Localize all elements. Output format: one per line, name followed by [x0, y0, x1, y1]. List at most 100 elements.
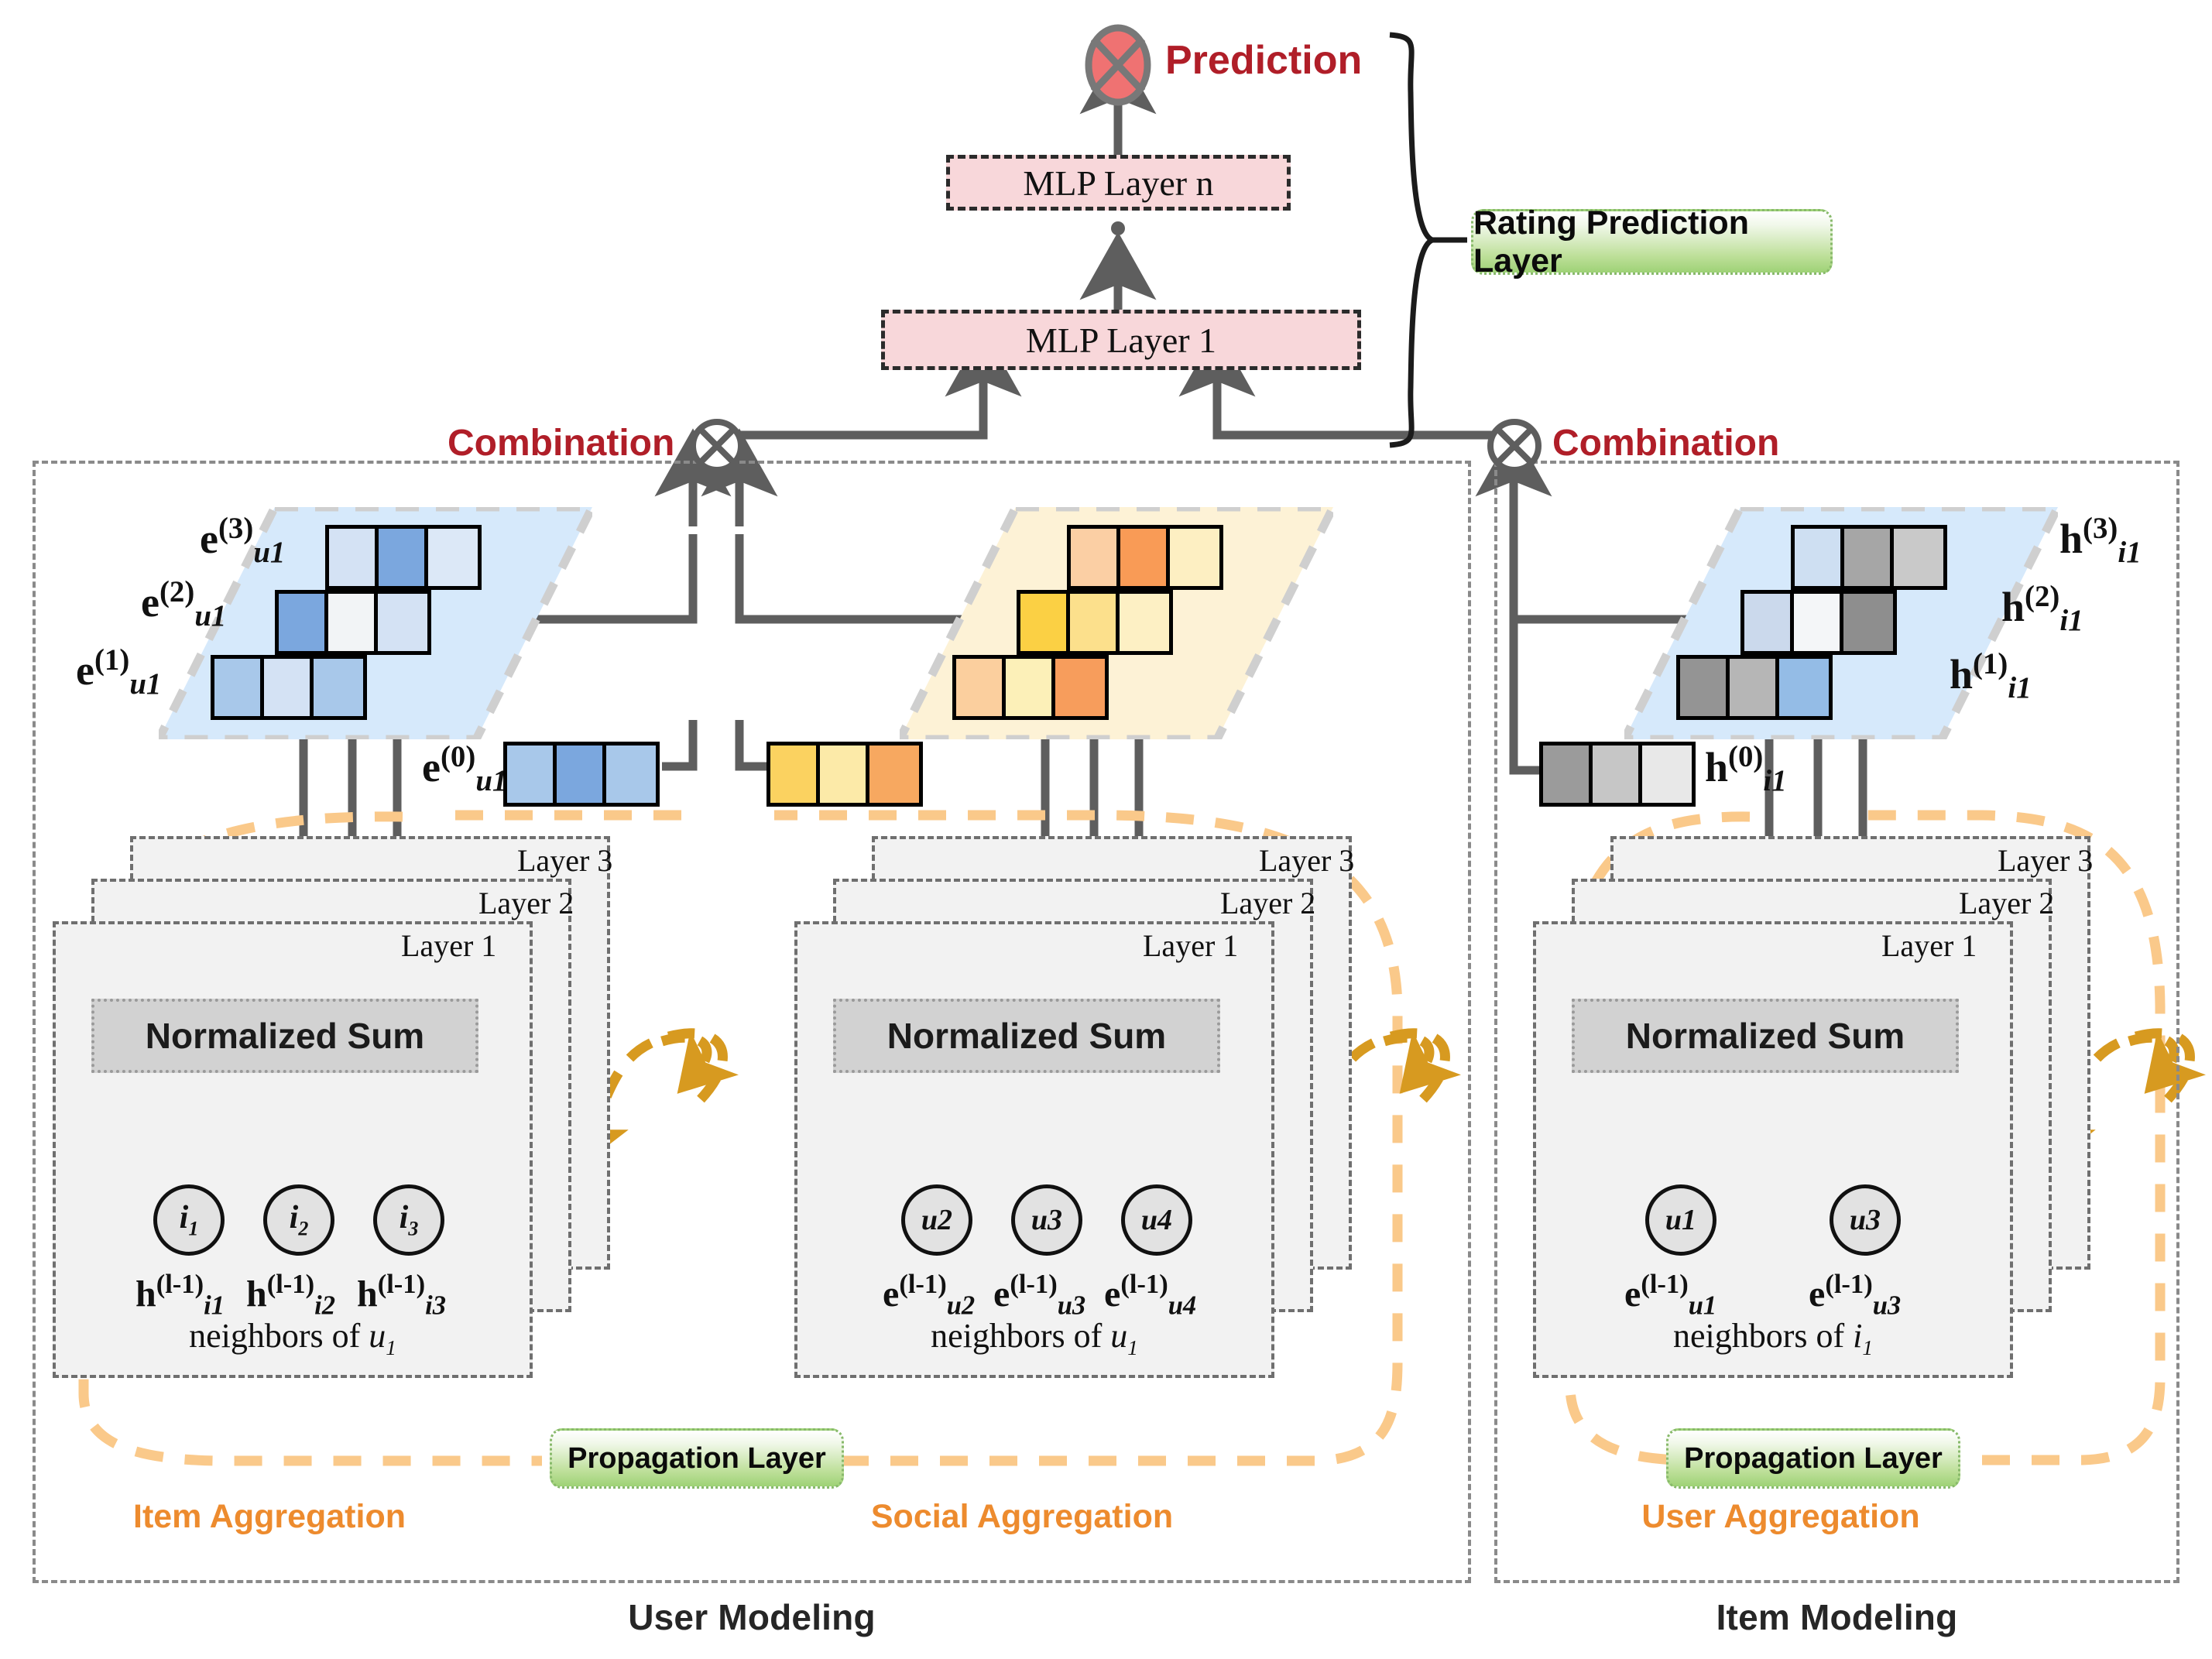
vector-cell — [379, 529, 428, 586]
vector-cell — [1843, 594, 1893, 651]
neighbors-label-social: neighbors of u1 — [931, 1317, 1138, 1359]
vector-cell — [956, 659, 1006, 716]
vector-cell — [1730, 659, 1779, 716]
vector-cell — [329, 529, 379, 586]
vector-cell — [1894, 529, 1943, 586]
neighbors-label-item: neighbors of u1 — [189, 1317, 396, 1359]
vector-h-i1-3 — [1791, 525, 1947, 590]
vector-cell — [1744, 594, 1794, 651]
vector-cell — [1680, 659, 1730, 716]
vector-cell — [1779, 659, 1829, 716]
label-e-u1-0: e(0)u1 — [422, 740, 508, 797]
label-e-u1-3: e(3)u1 — [200, 512, 286, 569]
label-e-u1-2: e(2)u1 — [141, 575, 227, 632]
node-label: i1 — [179, 1200, 199, 1240]
embed-label-e-u3-item: e(l-1)u3 — [1809, 1270, 1902, 1321]
propagation-layer-badge-left: Propagation Layer — [550, 1428, 844, 1489]
label-h-i1-2: h(2)i1 — [2001, 580, 2083, 637]
embed-label-e-u1-item: e(l-1)u1 — [1624, 1270, 1717, 1321]
vector-e-u1-2 — [275, 590, 431, 655]
layer2-label-user: Layer 2 — [1959, 886, 2055, 920]
vector-e-u1-1 — [211, 655, 367, 720]
layer1-card-user — [1533, 921, 2013, 1378]
vector-e-u1-0 — [503, 742, 660, 807]
combination-left-icon[interactable] — [689, 418, 745, 474]
vector-cell — [820, 746, 869, 803]
vector-cell — [1795, 529, 1844, 586]
normalized-sum-social: Normalized Sum — [833, 999, 1220, 1073]
layer1-label-item: Layer 1 — [401, 928, 497, 963]
layer2-label-social: Layer 2 — [1220, 886, 1316, 920]
rating-prediction-layer-label: Rating Prediction Layer — [1473, 204, 1749, 279]
embed-label-e-u4: e(l-1)u4 — [1104, 1270, 1197, 1321]
vector-h-i1-0 — [1539, 742, 1696, 807]
node-label: u4 — [1140, 1204, 1173, 1236]
vector-social-0 — [766, 742, 923, 807]
node-i2[interactable]: i2 — [263, 1184, 334, 1256]
node-u2[interactable]: u2 — [901, 1184, 972, 1256]
vector-h-i1-2 — [1740, 590, 1897, 655]
vector-cell — [606, 746, 656, 803]
label-h-i1-1: h(1)i1 — [1950, 647, 2032, 704]
item-modeling-caption: Item Modeling — [1716, 1597, 1958, 1637]
layer3-label-item: Layer 3 — [517, 843, 613, 878]
social-aggregation-caption: Social Aggregation — [870, 1498, 1174, 1535]
layer2-label-item: Layer 2 — [478, 886, 574, 920]
vector-cell — [214, 659, 264, 716]
vector-social-2 — [1017, 590, 1173, 655]
embed-label-h-i2: h(l-1)i2 — [246, 1270, 335, 1321]
normalized-sum-user: Normalized Sum — [1572, 999, 1959, 1073]
vector-cell — [314, 659, 363, 716]
propagation-layer-badge-right: Propagation Layer — [1666, 1428, 1960, 1489]
node-i1[interactable]: i1 — [153, 1184, 225, 1256]
vector-cell — [1020, 594, 1070, 651]
vector-cell — [507, 746, 557, 803]
item-aggregation-caption: Item Aggregation — [133, 1498, 406, 1535]
layer1-label-user: Layer 1 — [1881, 928, 1977, 963]
vector-cell — [1055, 659, 1105, 716]
label-h-i1-0: h(0)i1 — [1705, 740, 1787, 797]
vector-e-u1-3 — [325, 525, 482, 590]
layer1-label-social: Layer 1 — [1143, 928, 1239, 963]
node-label: i2 — [289, 1200, 309, 1240]
combination-right-icon[interactable] — [1487, 418, 1542, 474]
user-modeling-caption: User Modeling — [628, 1597, 876, 1637]
node-label: u1 — [1665, 1204, 1697, 1236]
embed-label-e-u2: e(l-1)u2 — [883, 1270, 976, 1321]
vector-cell — [1120, 529, 1170, 586]
prediction-label: Prediction — [1165, 38, 1363, 83]
vector-cell — [1543, 746, 1593, 803]
node-u1[interactable]: u1 — [1645, 1184, 1716, 1256]
layer3-label-user: Layer 3 — [1998, 843, 2094, 878]
vector-cell — [428, 529, 478, 586]
rating-prediction-layer-badge: Rating Prediction Layer — [1471, 204, 1833, 279]
vector-cell — [264, 659, 314, 716]
vector-cell — [1642, 746, 1692, 803]
vector-cell — [770, 746, 820, 803]
embed-label-h-i1: h(l-1)i1 — [135, 1270, 225, 1321]
mlp-layer-n[interactable]: MLP Layer n — [946, 155, 1291, 211]
mlp-layer-1[interactable]: MLP Layer 1 — [881, 310, 1361, 370]
vector-cell — [1071, 529, 1120, 586]
node-i3[interactable]: i3 — [373, 1184, 444, 1256]
vector-cell — [328, 594, 378, 651]
label-h-i1-3: h(3)i1 — [2059, 512, 2142, 569]
vector-social-1 — [952, 655, 1109, 720]
vector-cell — [1844, 529, 1894, 586]
node-label: u3 — [1031, 1204, 1063, 1236]
vector-cell — [869, 746, 919, 803]
vector-cell — [1006, 659, 1055, 716]
diagram-canvas: User Modeling Item Modeling Prediction M… — [0, 0, 2212, 1659]
node-label: i3 — [399, 1200, 419, 1240]
vector-cell — [279, 594, 328, 651]
node-u3[interactable]: u3 — [1011, 1184, 1082, 1256]
node-label: u3 — [1849, 1204, 1881, 1236]
embed-label-h-i3: h(l-1)i3 — [357, 1270, 446, 1321]
vector-h-i1-1 — [1676, 655, 1833, 720]
vector-cell — [1794, 594, 1843, 651]
vector-cell — [557, 746, 606, 803]
node-u4[interactable]: u4 — [1121, 1184, 1192, 1256]
vector-social-3 — [1067, 525, 1223, 590]
combination-left-label: Combination — [448, 423, 675, 464]
node-u3-item[interactable]: u3 — [1830, 1184, 1901, 1256]
